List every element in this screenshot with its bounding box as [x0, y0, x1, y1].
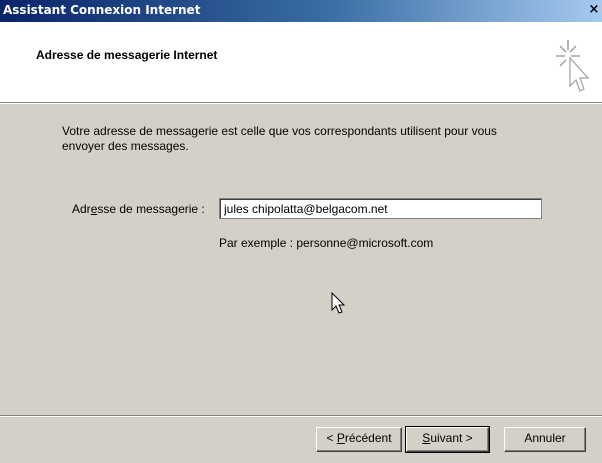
- close-icon[interactable]: ×: [586, 2, 602, 18]
- mouse-pointer-icon: [331, 292, 346, 314]
- previous-button[interactable]: < Précédent: [316, 427, 402, 452]
- example-text: Par exemple : personne@microsoft.com: [219, 236, 434, 250]
- next-button[interactable]: Suivant >: [405, 426, 490, 453]
- window-title: Assistant Connexion Internet: [3, 3, 201, 17]
- title-bar: Assistant Connexion Internet ×: [0, 0, 602, 22]
- email-field-label: Adresse de messagerie :: [72, 202, 205, 216]
- cancel-button[interactable]: Annuler: [504, 427, 586, 452]
- intro-text: Votre adresse de messagerie est celle qu…: [62, 124, 497, 153]
- button-separator: [0, 415, 602, 417]
- page-title: Adresse de messagerie Internet: [36, 48, 218, 62]
- wizard-header: Adresse de messagerie Internet: [0, 22, 602, 103]
- wizard-cursor-icon: [556, 40, 590, 92]
- email-field[interactable]: [219, 198, 542, 219]
